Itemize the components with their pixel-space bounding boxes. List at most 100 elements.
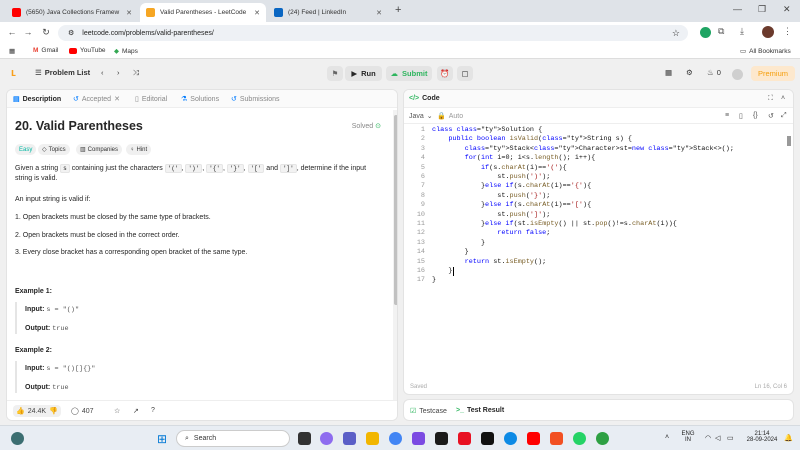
forward-button[interactable]: → [22,27,34,37]
puzzle-icon[interactable]: ⧉ [718,26,724,37]
back-button[interactable]: ← [6,27,18,37]
settings-icon[interactable]: ⚙ [686,68,693,77]
braces-icon[interactable]: {} [753,112,758,119]
code-line[interactable]: 8 st.push('}'); [404,192,793,201]
youtube-icon[interactable] [527,432,540,445]
close-icon[interactable]: ✕ [114,95,120,103]
browser-tab-leetcode[interactable]: Valid Parentheses - LeetCode ✕ [140,3,266,22]
code-line[interactable]: 13 } [404,239,793,248]
reload-button[interactable]: ↻ [40,27,52,38]
problem-list-button[interactable]: ☰ Problem List [35,68,90,77]
url-field[interactable]: ⚙ leetcode.com/problems/valid-parenthese… [58,25,688,41]
code-line[interactable]: 15 return st.isEmpty(); [404,258,793,267]
language-select[interactable]: Java ⌄ [409,112,433,121]
share-icon[interactable]: ↗ [133,407,139,415]
bookmark-gmail[interactable]: M Gmail [33,47,58,54]
maximize-button[interactable]: ❐ [758,4,766,15]
code-line[interactable]: 2 public boolean isValid(class="ty">Stri… [404,135,793,144]
topics-button[interactable]: ◇ Topics [38,144,70,155]
chrome-icon[interactable] [389,432,402,445]
clock[interactable]: 21:14 28-09-2024 [742,431,782,443]
profile-avatar[interactable] [762,26,774,38]
tab-accepted[interactable]: ↺ Accepted ✕ [73,95,120,104]
reset-icon[interactable]: ↺ [768,112,774,120]
language-indicator[interactable]: ENG IN [679,431,697,443]
apps-icon[interactable]: ▦ [9,47,15,55]
windows-start-icon[interactable]: ⊞ [157,432,167,446]
code-line[interactable]: 3 class="ty">Stack<class="ty">Character>… [404,145,793,154]
description-scroll-thumb[interactable] [394,115,397,305]
format-icon[interactable]: ≡ [725,112,729,119]
streak-counter[interactable]: ♨ 0 [707,68,721,77]
tab-solutions[interactable]: ⚗ Solutions [181,95,219,104]
new-tab-button[interactable]: + [395,4,401,16]
code-line[interactable]: 11 }else if(st.isEmpty() || st.pop()!=s.… [404,220,793,229]
taskbar-search[interactable]: ⌕ Search [176,430,290,447]
layout-icon[interactable]: ▦ [665,68,672,77]
like-button[interactable]: 👍 24.4K 👎 [13,405,61,417]
thumbs-down-icon[interactable]: 👎 [49,407,58,415]
whatsapp-icon[interactable] [573,432,586,445]
user-avatar[interactable] [732,69,743,80]
code-line[interactable]: 16 } [404,267,793,276]
app-icon[interactable] [596,432,609,445]
auto-mode[interactable]: 🔒 Auto [437,112,463,121]
extension-icon[interactable] [700,27,711,38]
office-icon[interactable] [550,432,563,445]
maximize-icon[interactable]: ⛶ [768,95,773,103]
code-line[interactable]: 1 class class="ty">Solution { [404,126,793,135]
star-icon[interactable]: ☆ [672,28,680,39]
code-line[interactable]: 5 if(s.charAt(i)=='('){ [404,164,793,173]
close-icon[interactable]: ✕ [254,9,260,17]
tab-editorial[interactable]: ▯ Editorial [135,95,167,104]
bookmark-maps[interactable]: ◆ Maps [114,47,138,56]
file-explorer-icon[interactable] [366,432,379,445]
star-icon[interactable]: ☆ [114,407,120,415]
tab-submissions[interactable]: ↺ Submissions [231,95,280,104]
debug-button[interactable]: ⚑ [327,66,343,81]
download-icon[interactable]: ⤓ [740,26,744,37]
menu-icon[interactable]: ⋮ [783,26,792,37]
wifi-icon[interactable]: ◠ [705,434,711,442]
volume-icon[interactable]: ◁ [715,434,720,442]
edge-icon[interactable] [504,432,517,445]
companies-button[interactable]: ▥ Companies [76,144,123,155]
site-info-icon[interactable]: ⚙ [68,29,74,37]
expand-icon[interactable]: ⤢ [781,112,787,120]
timer-button[interactable]: ⏰ [437,66,453,81]
close-window-button[interactable]: ✕ [783,4,791,15]
code-line[interactable]: 10 st.push(']'); [404,211,793,220]
close-icon[interactable]: ✕ [126,9,132,17]
all-bookmarks[interactable]: ▭ All Bookmarks [740,47,791,56]
notes-button[interactable]: ▢ [457,66,473,81]
tab-code[interactable]: </> Code [409,95,440,102]
app-icon[interactable] [458,432,471,445]
minimize-button[interactable]: — [733,4,742,14]
help-icon[interactable]: ? [151,407,155,414]
tab-test-result[interactable]: >_ Test Result [456,407,504,414]
code-line[interactable]: 4 for(int i=0; i<s.length(); i++){ [404,154,793,163]
chevron-up-icon[interactable]: ˄ [665,434,669,441]
code-line[interactable]: 14 } [404,248,793,257]
code-line[interactable]: 6 st.push(')'); [404,173,793,182]
code-line[interactable]: 12 return false; [404,229,793,238]
netflix-icon[interactable] [481,432,494,445]
code-editor[interactable]: 1 class class="ty">Solution {2 public boo… [404,126,793,376]
code-line[interactable]: 9 }else if(s.charAt(i)=='['){ [404,201,793,210]
premium-button[interactable]: Premium [751,66,795,81]
battery-icon[interactable]: ▭ [727,434,734,442]
comments-button[interactable]: ◯ 407 [71,407,94,416]
app-icon[interactable] [412,432,425,445]
code-line[interactable]: 7 }else if(s.charAt(i)=='{'){ [404,182,793,191]
bookmark-icon[interactable]: ▯ [739,112,743,120]
hint-button[interactable]: ♀ Hint [126,144,152,155]
submit-button[interactable]: ☁ Submit [386,66,432,81]
next-problem-button[interactable]: › [117,68,120,77]
browser-tab-youtube[interactable]: (5650) Java Collections Framew ✕ [6,3,138,22]
shuffle-icon[interactable]: ⤨ [133,68,139,78]
collapse-icon[interactable]: ˄ [781,95,785,102]
prev-problem-button[interactable]: ‹ [101,68,104,77]
task-view-icon[interactable] [298,432,311,445]
notification-icon[interactable]: 🔔 [784,434,793,442]
tab-testcase[interactable]: ☑ Testcase [410,407,447,416]
